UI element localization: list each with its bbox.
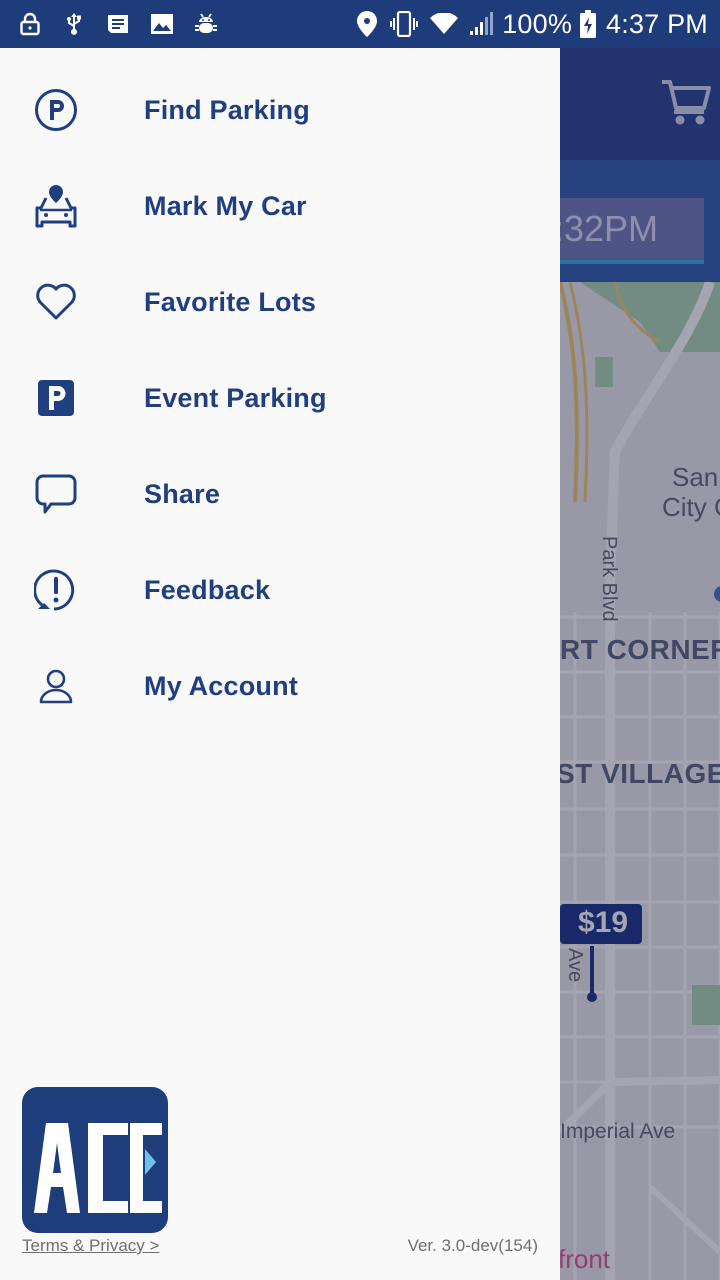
image-icon <box>150 12 174 36</box>
message-icon <box>106 12 130 36</box>
menu-item-event-parking[interactable]: Event Parking <box>0 350 560 446</box>
vibrate-icon <box>390 11 419 37</box>
person-icon <box>28 662 84 710</box>
menu-label: Share <box>144 478 221 509</box>
menu-item-mark-my-car[interactable]: Mark My Car <box>0 158 560 254</box>
system-icons: 100% 4:37 PM <box>356 9 720 40</box>
menu-item-find-parking[interactable]: Find Parking <box>0 62 560 158</box>
battery-charging-icon <box>580 10 597 38</box>
menu-item-favorite-lots[interactable]: Favorite Lots <box>0 254 560 350</box>
usb-icon <box>62 12 86 36</box>
parking-square-icon <box>28 374 84 422</box>
lock-icon <box>18 12 42 36</box>
battery-percentage: 100% <box>502 8 573 39</box>
ace-logo <box>22 1087 168 1233</box>
menu-label: Mark My Car <box>144 190 307 221</box>
location-pin-icon <box>356 11 378 37</box>
terms-privacy-link[interactable]: Terms & Privacy > <box>22 1236 159 1256</box>
menu-label: My Account <box>144 670 299 701</box>
feedback-alert-icon <box>28 566 84 614</box>
drawer-menu: Find Parking Mark My Car Favorite Lots E… <box>0 62 560 734</box>
menu-item-my-account[interactable]: My Account <box>0 638 560 734</box>
parking-circle-icon <box>28 86 84 134</box>
app-version: Ver. 3.0-dev(154) <box>407 1236 538 1255</box>
android-debug-icon <box>194 12 218 36</box>
menu-item-feedback[interactable]: Feedback <box>0 542 560 638</box>
screen: 100% 4:37 PM :32PM San City Park Blvd RT… <box>0 0 720 1280</box>
chat-bubble-icon <box>28 470 84 518</box>
menu-item-share[interactable]: Share <box>0 446 560 542</box>
navigation-drawer: Find Parking Mark My Car Favorite Lots E… <box>0 48 560 1280</box>
heart-icon <box>28 278 84 326</box>
menu-label: Event Parking <box>144 382 327 413</box>
menu-label: Favorite Lots <box>144 286 317 317</box>
status-bar: 100% 4:37 PM <box>0 0 720 48</box>
signal-icon <box>470 12 496 36</box>
menu-label: Feedback <box>144 574 271 605</box>
menu-label: Find Parking <box>144 94 310 125</box>
clock: 4:37 PM <box>606 8 708 39</box>
notification-icons <box>0 12 238 36</box>
car-pin-icon <box>28 182 84 230</box>
wifi-icon <box>430 12 459 36</box>
